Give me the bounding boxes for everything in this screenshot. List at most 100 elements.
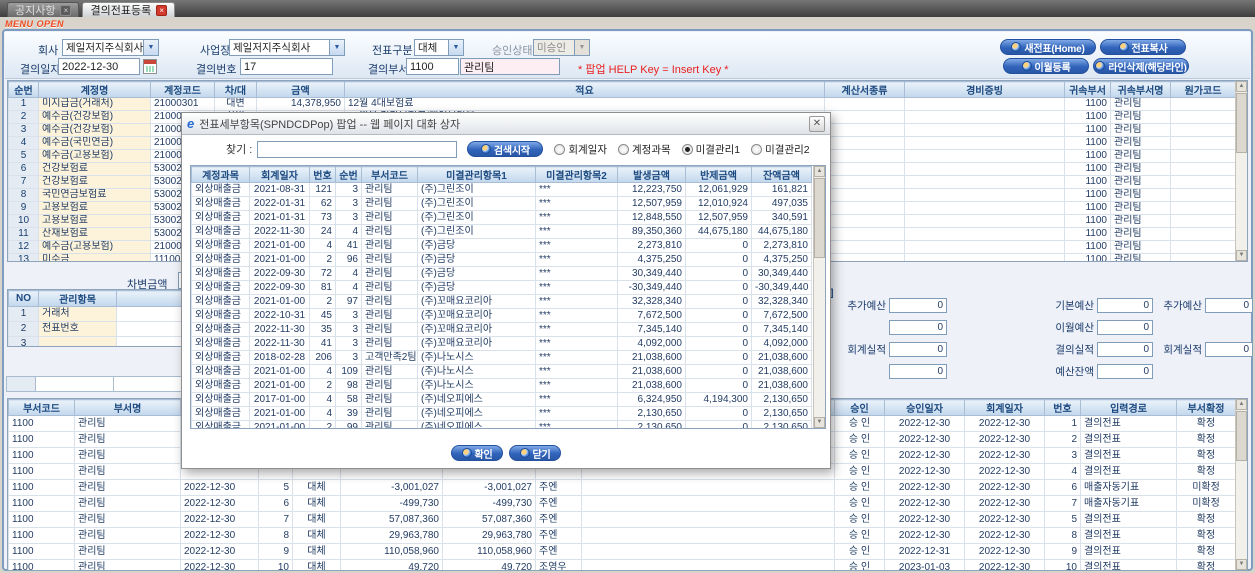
cell[interactable]: 1 xyxy=(8,306,39,322)
cell[interactable]: 관리팀 xyxy=(361,322,418,337)
cell[interactable]: 승 인 xyxy=(834,447,885,464)
cell[interactable]: 0 xyxy=(685,238,752,253)
cell[interactable]: 예수금(고용보험) xyxy=(38,149,151,163)
cell[interactable]: 관리팀 xyxy=(1110,110,1171,124)
cell[interactable]: 11 xyxy=(8,227,39,241)
cell[interactable]: 0 xyxy=(685,294,752,309)
cell[interactable]: 5 xyxy=(8,149,39,163)
cell[interactable]: 외상매출금 xyxy=(191,294,250,309)
cell[interactable]: 4 xyxy=(309,406,336,421)
cell[interactable] xyxy=(824,149,905,163)
column-header[interactable]: 금액 xyxy=(256,81,345,98)
cell[interactable]: 41 xyxy=(309,336,336,351)
cell[interactable]: 1100 xyxy=(8,463,75,480)
cell[interactable]: *** xyxy=(535,182,618,197)
cell[interactable]: 110,058,960 xyxy=(442,543,536,560)
cell[interactable]: 관리팀 xyxy=(361,420,418,428)
cell[interactable]: 41 xyxy=(335,238,362,253)
cell[interactable]: 62 xyxy=(309,196,336,211)
cell[interactable]: 승 인 xyxy=(834,463,885,480)
cell[interactable]: 2021-01-00 xyxy=(249,252,310,267)
cell[interactable]: 주엔 xyxy=(535,527,582,544)
carryover-register-button[interactable]: 이월등록 xyxy=(1003,58,1089,74)
close-button[interactable]: 닫기 xyxy=(509,445,561,461)
chevron-down-icon[interactable]: ▼ xyxy=(143,40,158,55)
column-header[interactable]: 계정과목 xyxy=(191,166,250,183)
cell[interactable]: *** xyxy=(535,266,618,281)
cell[interactable] xyxy=(824,240,905,254)
cell[interactable]: 12 xyxy=(8,240,39,254)
cell[interactable]: 확정 xyxy=(1176,527,1236,544)
company-select[interactable]: 제일저지주식회사 ▼ xyxy=(62,39,159,56)
cell[interactable]: 예수금(고용보험) xyxy=(38,240,151,254)
cell[interactable]: 10 xyxy=(8,214,39,228)
cell[interactable]: 2022-12-30 xyxy=(884,447,965,464)
cell[interactable]: 99 xyxy=(335,420,362,428)
cell[interactable]: 7,345,140 xyxy=(751,322,812,337)
cell[interactable]: 2022-12-30 xyxy=(964,495,1045,512)
cell[interactable]: 관리팀 xyxy=(1110,201,1171,215)
menu-open-button[interactable]: MENU OPEN xyxy=(5,19,64,29)
cell[interactable] xyxy=(1170,162,1236,176)
cell[interactable]: 1 xyxy=(8,97,39,111)
cell[interactable]: 2022-12-30 xyxy=(884,415,965,432)
cell[interactable]: 21000301 xyxy=(150,97,215,111)
cell[interactable] xyxy=(1170,110,1236,124)
cell[interactable]: 관리팀 xyxy=(1110,214,1171,228)
cell[interactable]: 확정 xyxy=(1176,543,1236,560)
column-header[interactable]: 계정코드 xyxy=(150,81,215,98)
cell[interactable]: 12,507,959 xyxy=(617,196,686,211)
table-row[interactable]: 외상매출금 2021-01-00 4 39 관리팀 (주)네오피에스 *** 2,130,65… xyxy=(191,406,812,421)
cell[interactable]: *** xyxy=(535,224,618,239)
table-row[interactable]: 1 미지급금(거래처) 21000301 대변 14,378,950 12월 4대보험료 1… xyxy=(8,97,1236,111)
cell[interactable]: *** xyxy=(535,364,618,379)
cell[interactable]: 2022-11-30 xyxy=(249,322,310,337)
cell[interactable]: 대체 xyxy=(292,511,341,528)
column-header[interactable]: 반제금액 xyxy=(685,166,752,183)
cell[interactable]: 2021-01-31 xyxy=(249,210,310,225)
cell[interactable]: 대체 xyxy=(292,543,341,560)
cell[interactable]: 29,963,780 xyxy=(340,527,443,544)
cell[interactable]: 3 xyxy=(335,196,362,211)
cell[interactable]: 외상매출금 xyxy=(191,378,250,393)
chevron-down-icon[interactable]: ▼ xyxy=(329,40,344,55)
cell[interactable]: 2021-01-00 xyxy=(249,378,310,393)
cell[interactable]: 관리팀 xyxy=(361,308,418,323)
cell[interactable] xyxy=(904,227,1065,241)
cell[interactable]: -499,730 xyxy=(442,495,536,512)
cell[interactable] xyxy=(1170,188,1236,202)
cell[interactable]: 45 xyxy=(309,308,336,323)
table-row[interactable]: 외상매출금 2021-01-00 2 99 관리팀 (주)네오피에스 *** 2,130,65… xyxy=(191,420,812,428)
cell[interactable]: *** xyxy=(535,252,618,267)
cell[interactable]: (주)금당 xyxy=(417,266,536,281)
cell[interactable]: 2022-12-30 xyxy=(180,495,259,512)
cell[interactable]: 9 xyxy=(8,201,39,215)
cell[interactable] xyxy=(824,97,905,111)
cell[interactable]: (주)그린조이 xyxy=(417,196,536,211)
cell[interactable]: (주)그린조이 xyxy=(417,224,536,239)
cell[interactable]: 21,038,600 xyxy=(751,350,812,365)
vertical-scrollbar[interactable]: ▲ ▼ xyxy=(813,166,825,428)
cell[interactable]: 12,010,924 xyxy=(685,196,752,211)
cell[interactable]: 98 xyxy=(335,378,362,393)
cell[interactable]: 0 xyxy=(685,420,752,428)
cell[interactable]: 161,821 xyxy=(751,182,812,197)
cell[interactable]: 2022-12-30 xyxy=(180,511,259,528)
cell[interactable]: 관리팀 xyxy=(1110,162,1171,176)
cell[interactable] xyxy=(1170,175,1236,189)
popup-close-button[interactable]: ✕ xyxy=(809,115,825,132)
cell[interactable]: 57,087,360 xyxy=(442,511,536,528)
cell[interactable]: 12,507,959 xyxy=(685,210,752,225)
cell[interactable] xyxy=(1170,97,1236,111)
cell[interactable]: 1100 xyxy=(8,543,75,560)
cell[interactable]: (주)나노시스 xyxy=(417,350,536,365)
cell[interactable]: -30,349,440 xyxy=(617,280,686,295)
cell[interactable]: 6 xyxy=(8,162,39,176)
cell[interactable]: *** xyxy=(535,294,618,309)
scrollbar-thumb[interactable] xyxy=(814,178,825,258)
cell[interactable]: 외상매출금 xyxy=(191,406,250,421)
cell[interactable]: 1100 xyxy=(1064,188,1111,202)
cell[interactable]: 0 xyxy=(685,266,752,281)
column-header[interactable]: 순번 xyxy=(335,166,362,183)
cell[interactable]: 109 xyxy=(335,364,362,379)
